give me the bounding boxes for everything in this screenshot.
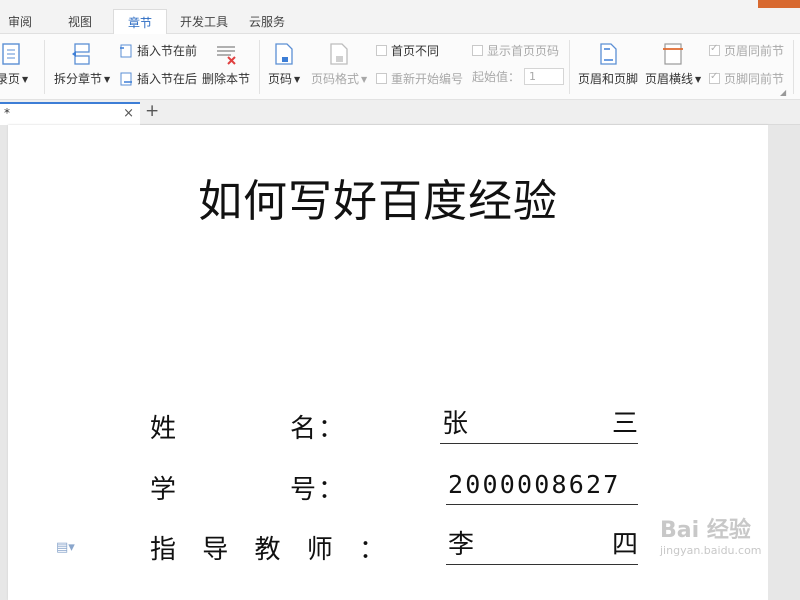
ribbon-expand-icon[interactable]: ◢: [780, 88, 786, 97]
page-number-format-button[interactable]: 页码格式 ▼: [311, 42, 367, 87]
restart-numbering-checkbox[interactable]: 重新开始编号: [376, 70, 463, 87]
page-number-label: 页码: [268, 72, 293, 86]
chevron-down-icon: ▼: [361, 75, 368, 84]
advisor-value: 李 四: [446, 527, 638, 565]
advisor-value-right: 四: [611, 530, 638, 560]
advisor-value-left: 李: [448, 530, 475, 560]
page-number-button[interactable]: 页码 ▼: [268, 42, 300, 87]
header-line-button[interactable]: 页眉横线 ▼: [645, 42, 701, 87]
add-tab-icon[interactable]: +: [145, 101, 159, 121]
checkbox[interactable]: [376, 73, 387, 84]
header-footer-icon: [600, 43, 617, 65]
header-footer-label: 页眉和页脚: [578, 72, 639, 86]
divider: [259, 40, 260, 94]
close-icon[interactable]: ×: [123, 104, 134, 123]
show-first-page-number-checkbox[interactable]: 显示首页页码: [472, 42, 559, 59]
student-id-label: 学 号：: [150, 475, 347, 505]
chevron-down-icon: ▼: [104, 75, 111, 84]
checkbox[interactable]: [709, 43, 720, 56]
watermark-url: jingyan.baidu.com: [660, 544, 762, 557]
show-first-page-number-label: 显示首页页码: [487, 44, 560, 58]
advisor-label: 指 导 教 师 ：: [150, 535, 395, 565]
delete-section-icon: [217, 46, 236, 65]
footer-same-as-previous-label: 页脚同前节: [724, 72, 785, 86]
divider: [44, 40, 45, 94]
insert-after-icon: [120, 72, 132, 85]
toc-page-label: 录页: [0, 72, 21, 86]
insert-before-icon: [120, 44, 132, 57]
name-value: 张 三: [440, 406, 638, 444]
first-page-different-checkbox[interactable]: 首页不同: [376, 42, 439, 59]
insert-section-after-button[interactable]: 插入节在后: [119, 70, 197, 87]
tab-developer-tools[interactable]: 开发工具: [180, 9, 228, 34]
tab-cloud-service[interactable]: 云服务: [249, 9, 285, 34]
document-tab-name: *: [4, 106, 10, 120]
vertical-scroll-area[interactable]: [768, 125, 800, 600]
restart-numbering-label: 重新开始编号: [391, 72, 464, 86]
header-line-label: 页眉横线: [645, 72, 694, 86]
menu-bar: 审阅 视图 章节 开发工具 云服务: [0, 0, 800, 34]
document-title: 如何写好百度经验: [198, 176, 558, 227]
start-value-row: 起始值： 1: [472, 68, 565, 85]
chevron-down-icon: ▼: [294, 75, 301, 84]
student-id-value: 2000008627: [446, 467, 638, 505]
student-id-value-text: 2000008627: [448, 470, 621, 499]
delete-section-button[interactable]: 删除本节: [202, 42, 250, 87]
chevron-down-icon: ▼: [22, 75, 29, 84]
name-value-right: 三: [611, 409, 638, 439]
first-page-different-label: 首页不同: [391, 44, 440, 58]
paragraph-marker-icon[interactable]: ▤▾: [56, 540, 75, 555]
checkbox[interactable]: [376, 45, 387, 56]
ribbon-toolbar: 录页 ▼ 拆分章节 ▼ 插入节在前 插入节在后 删除本节 页码 ▼ 页码格式 ▼…: [0, 34, 800, 100]
split-section-icon: [72, 43, 90, 65]
document-list-icon: [2, 43, 20, 65]
document-page[interactable]: 如何写好百度经验 姓 名： 张 三 学 号： 2000008627 指 导 教 …: [8, 125, 768, 600]
insert-after-label: 插入节在后: [137, 72, 198, 86]
page-number-format-label: 页码格式: [311, 72, 360, 86]
insert-section-before-button[interactable]: 插入节在前: [119, 42, 197, 59]
header-footer-button[interactable]: 页眉和页脚: [578, 42, 638, 87]
name-value-left: 张: [442, 409, 469, 439]
tab-section[interactable]: 章节: [113, 9, 168, 34]
checkbox[interactable]: [709, 71, 720, 84]
chevron-down-icon: ▼: [695, 75, 702, 84]
tab-review[interactable]: 审阅: [8, 9, 32, 34]
insert-before-label: 插入节在前: [137, 44, 198, 58]
split-section-button[interactable]: 拆分章节 ▼: [54, 42, 110, 87]
watermark-logo: Bai 经验 jingyan.baidu.com: [660, 512, 770, 557]
document-tab[interactable]: * ×: [0, 102, 140, 125]
header-same-as-previous-checkbox[interactable]: 页眉同前节: [709, 42, 784, 59]
name-label: 姓 名：: [150, 414, 347, 444]
toc-page-button[interactable]: 录页 ▼: [0, 42, 28, 87]
start-value-input[interactable]: 1: [524, 68, 565, 85]
split-section-label: 拆分章节: [54, 72, 103, 86]
document-tab-bar: * × +: [0, 100, 800, 125]
page-number-icon: [275, 43, 293, 65]
divider: [569, 40, 570, 94]
footer-same-as-previous-checkbox[interactable]: 页脚同前节: [709, 70, 784, 87]
delete-section-label: 删除本节: [202, 72, 251, 86]
watermark-brand: Bai 经验: [660, 518, 751, 543]
page-format-icon: [330, 43, 348, 65]
tab-view[interactable]: 视图: [68, 9, 92, 34]
header-line-icon: [663, 43, 684, 65]
header-same-as-previous-label: 页眉同前节: [724, 44, 785, 58]
divider: [793, 40, 794, 94]
brand-accent-bar: [758, 0, 800, 8]
checkbox[interactable]: [472, 45, 483, 56]
start-value-label: 起始值：: [472, 70, 521, 84]
